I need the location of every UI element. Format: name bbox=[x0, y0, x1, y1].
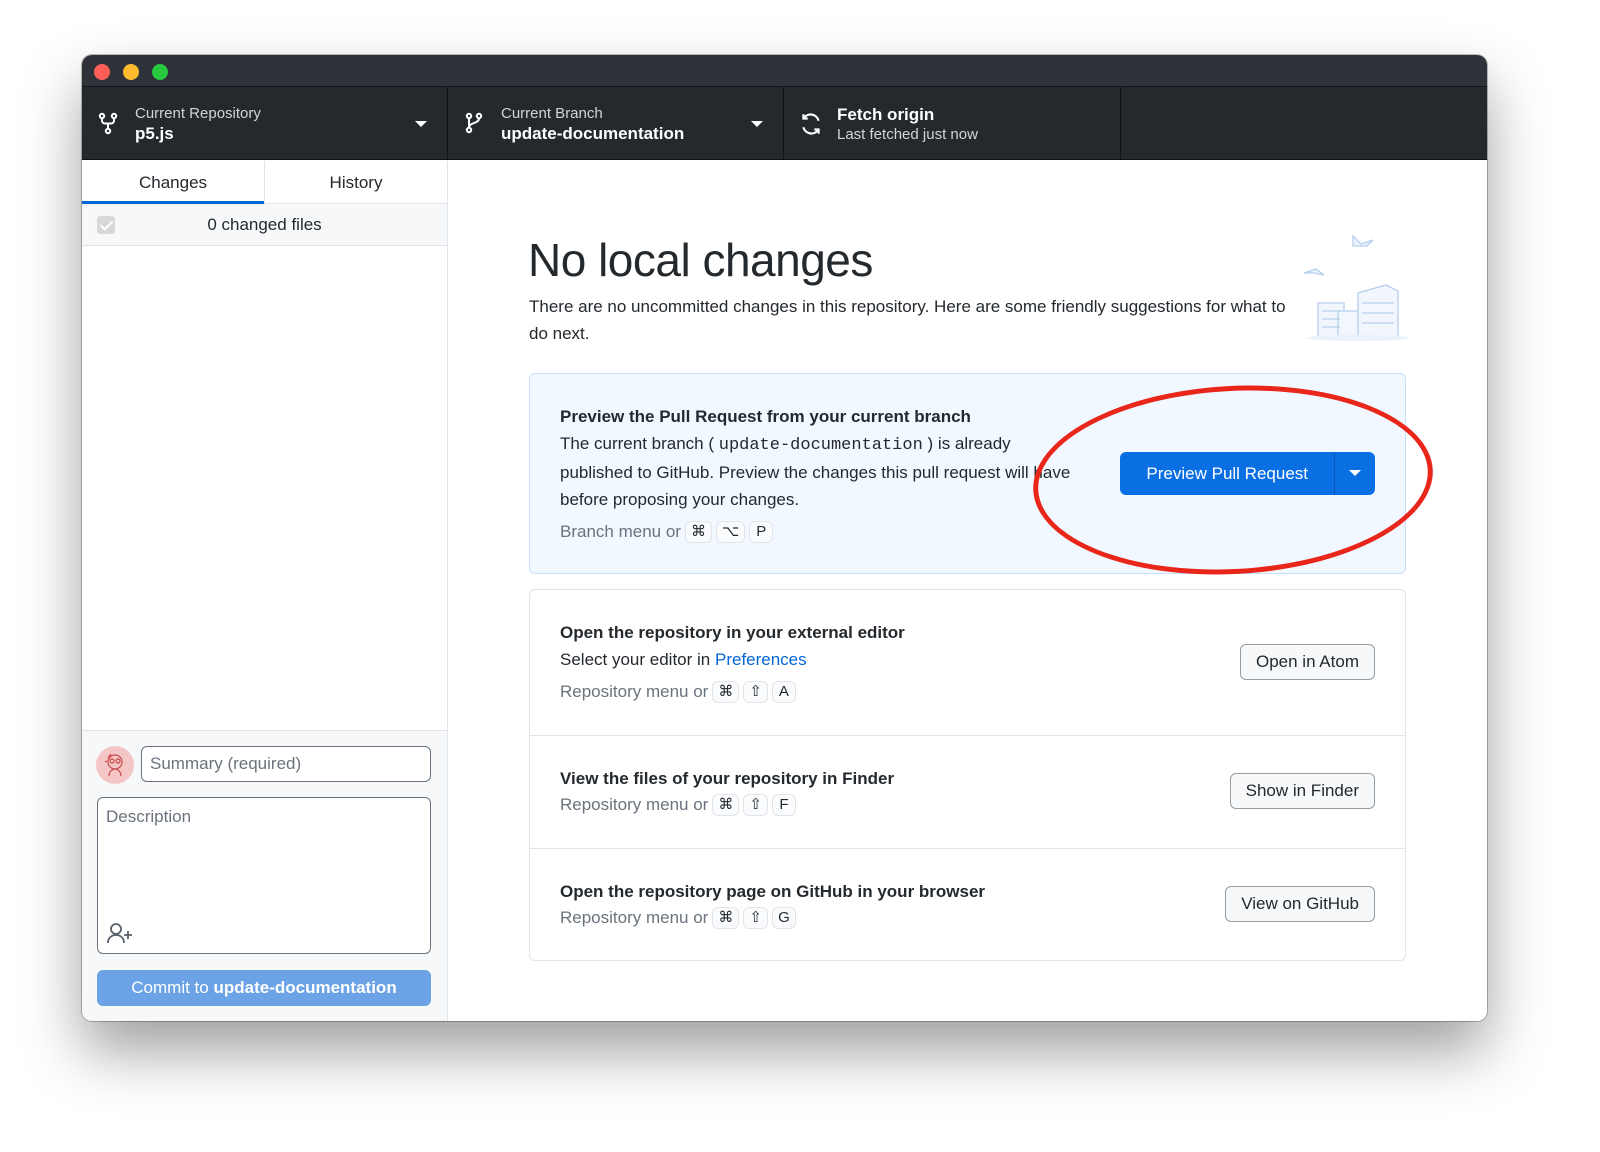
action-title: Open the repository in your external edi… bbox=[560, 623, 905, 642]
git-branch-icon bbox=[462, 111, 486, 135]
add-coauthor-icon[interactable] bbox=[106, 921, 136, 945]
kbd-option: ⌥ bbox=[715, 521, 746, 543]
kbd-key: F bbox=[771, 794, 796, 816]
kbd-command: ⌘ bbox=[684, 521, 712, 543]
tab-changes[interactable]: Changes bbox=[82, 161, 264, 204]
avatar bbox=[96, 746, 134, 784]
branch-label: Current Branch bbox=[501, 105, 603, 122]
changes-header: 0 changed files bbox=[82, 204, 447, 246]
pr-card-description: The current branch ( update-documentatio… bbox=[560, 430, 1080, 513]
shortcut-prefix: Repository menu or bbox=[560, 908, 709, 927]
pr-desc-before: The current branch ( bbox=[560, 434, 715, 453]
kbd-shift: ⇧ bbox=[743, 681, 768, 703]
fetch-status: Last fetched just now bbox=[837, 126, 978, 143]
branch-name-code: update-documentation bbox=[718, 436, 923, 455]
action-shortcut-hint: Repository menu or ⌘ ⇧ A bbox=[560, 679, 1375, 705]
commit-button[interactable]: Commit to update-documentation bbox=[97, 970, 431, 1006]
repository-label: Current Repository bbox=[135, 105, 261, 122]
kbd-key: G bbox=[771, 907, 796, 929]
shortcut-prefix: Branch menu or bbox=[560, 522, 681, 541]
repo-icon bbox=[96, 111, 120, 135]
current-repository-dropdown[interactable]: Current Repository p5.js bbox=[82, 87, 448, 159]
suggestions-list: Open the repository in your external edi… bbox=[529, 589, 1406, 961]
app-window: Current Repository p5.js Current Branch … bbox=[82, 55, 1487, 1021]
kbd-key: A bbox=[771, 681, 796, 703]
preview-pull-request-card: Preview the Pull Request from your curre… bbox=[529, 373, 1406, 574]
shortcut-prefix: Repository menu or bbox=[560, 682, 709, 701]
chevron-down-icon bbox=[415, 121, 427, 127]
kbd-command: ⌘ bbox=[712, 794, 740, 816]
current-branch-dropdown[interactable]: Current Branch update-documentation bbox=[448, 87, 784, 159]
list-item: Open the repository page on GitHub in yo… bbox=[530, 849, 1405, 960]
paper-stack-illustration bbox=[1303, 234, 1410, 341]
action-desc-prefix: Select your editor in bbox=[560, 650, 711, 669]
commit-button-prefix: Commit to bbox=[131, 978, 209, 997]
main-content: No local changes There are no uncommitte… bbox=[448, 161, 1487, 1021]
kbd-key: P bbox=[749, 521, 774, 543]
changed-files-count: 0 changed files bbox=[207, 215, 322, 234]
view-on-github-button[interactable]: View on GitHub bbox=[1225, 886, 1375, 922]
commit-description-input[interactable] bbox=[98, 798, 430, 908]
toolbar: Current Repository p5.js Current Branch … bbox=[82, 87, 1487, 160]
commit-form: Commit to update-documentation bbox=[82, 730, 447, 1021]
show-in-finder-button[interactable]: Show in Finder bbox=[1229, 773, 1375, 809]
branch-name: update-documentation bbox=[501, 124, 685, 143]
preview-pull-request-button[interactable]: Preview Pull Request bbox=[1120, 452, 1335, 495]
kbd-shift: ⇧ bbox=[743, 907, 768, 929]
pr-shortcut-hint: Branch menu or ⌘ ⌥ P bbox=[560, 519, 1375, 545]
fetch-title: Fetch origin bbox=[837, 105, 935, 124]
kbd-command: ⌘ bbox=[712, 681, 740, 703]
repository-name: p5.js bbox=[135, 124, 174, 143]
page-title: No local changes bbox=[528, 234, 873, 286]
commit-button-branch: update-documentation bbox=[213, 978, 397, 997]
sync-icon bbox=[798, 111, 822, 135]
close-window-button[interactable] bbox=[94, 64, 110, 80]
pr-card-title: Preview the Pull Request from your curre… bbox=[560, 407, 971, 426]
commit-summary-input[interactable] bbox=[141, 746, 431, 782]
kbd-command: ⌘ bbox=[712, 907, 740, 929]
fetch-origin-button[interactable]: Fetch origin Last fetched just now bbox=[784, 87, 1121, 159]
zoom-window-button[interactable] bbox=[152, 64, 168, 80]
select-all-checkbox[interactable] bbox=[97, 216, 115, 234]
sidebar: Changes History 0 changed files Comm bbox=[82, 161, 448, 1021]
preferences-link[interactable]: Preferences bbox=[715, 650, 807, 669]
commit-description-box bbox=[97, 797, 431, 954]
intro-text: There are no uncommitted changes in this… bbox=[529, 297, 1286, 343]
preview-pull-request-split-button: Preview Pull Request bbox=[1120, 452, 1375, 495]
sidebar-tabs: Changes History bbox=[82, 161, 447, 204]
shortcut-prefix: Repository menu or bbox=[560, 795, 709, 814]
list-item: Open the repository in your external edi… bbox=[530, 590, 1405, 736]
minimize-window-button[interactable] bbox=[123, 64, 139, 80]
list-item: View the files of your repository in Fin… bbox=[530, 736, 1405, 849]
tab-history[interactable]: History bbox=[264, 161, 447, 203]
title-bar bbox=[82, 55, 1487, 87]
preview-pull-request-dropdown-button[interactable] bbox=[1335, 452, 1375, 495]
chevron-down-icon bbox=[751, 121, 763, 127]
kbd-shift: ⇧ bbox=[743, 794, 768, 816]
open-in-atom-button[interactable]: Open in Atom bbox=[1239, 644, 1375, 680]
